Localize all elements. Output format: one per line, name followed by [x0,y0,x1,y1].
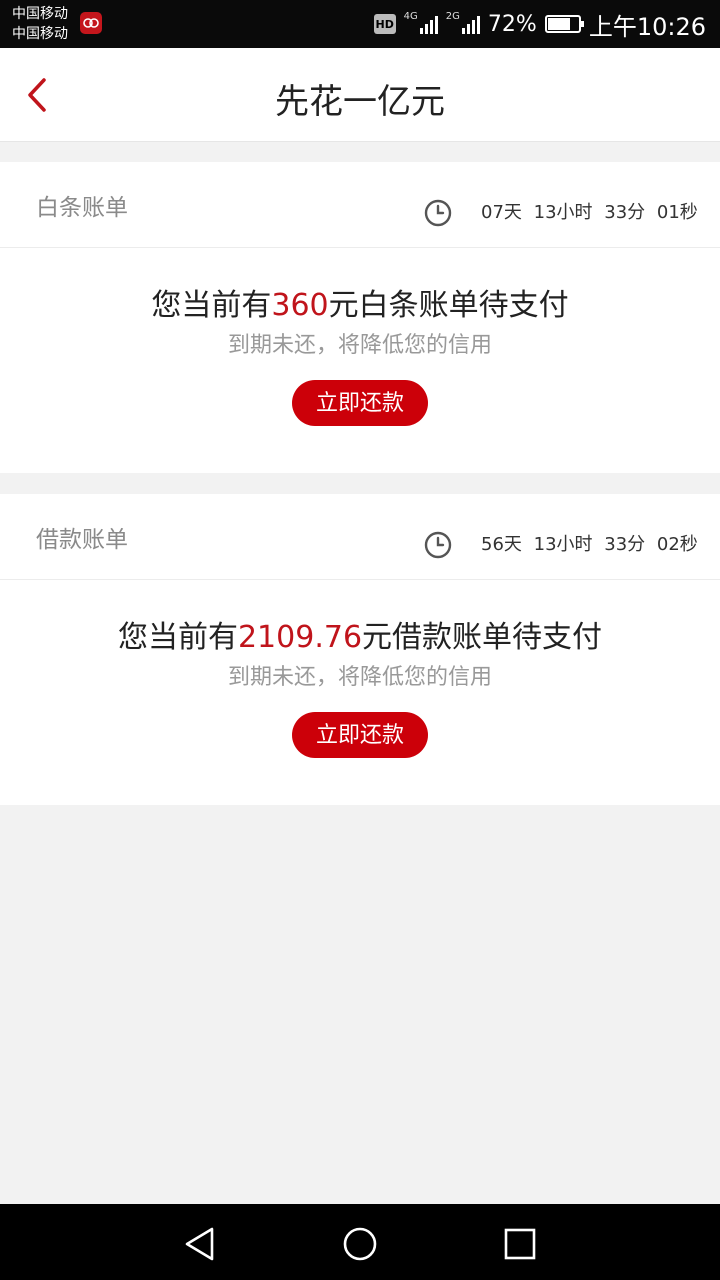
warning-text: 到期未还，将降低您的信用 [227,665,492,690]
bill-card-baitiao: 白条账单 07天 13小时 33分 01秒 您当前有360元白条账单待支付 到期… [0,162,720,473]
clock-icon [424,199,452,227]
bill-card-loan: 借款账单 56天 13小时 33分 02秒 您当前有2109.76元借款账单待支… [0,494,720,805]
app-notification-icon [80,12,102,34]
card-header: 借款账单 56天 13小时 33分 02秒 [0,494,720,580]
signal-1-icon [419,14,438,34]
countdown: 56天 13小时 33分 02秒 [481,534,698,555]
network-type-2: 2G [445,10,460,22]
summary-suffix: 元借款账单待支付 [362,620,603,655]
carrier-1: 中国移动 [12,6,68,22]
square-recent-icon [504,1228,536,1260]
network-type-1: 4G [403,10,418,22]
warning-text: 到期未还，将降低您的信用 [227,333,492,358]
hd-badge: HD [373,14,396,34]
carrier-2: 中国移动 [12,26,68,42]
nav-recent-button[interactable] [500,1224,540,1264]
circle-home-icon [343,1227,377,1261]
card-header: 白条账单 07天 13小时 33分 01秒 [0,162,720,248]
triangle-back-icon [185,1227,214,1261]
battery-percent: 72% [487,11,537,37]
header: 先花一亿元 [0,48,720,142]
signal-2-icon [461,14,480,34]
clock-icon [424,531,452,559]
card-label: 白条账单 [36,195,128,221]
nav-home-button[interactable] [340,1224,380,1264]
card-body: 您当前有2109.76元借款账单待支付 到期未还，将降低您的信用 立即还款 [0,580,720,804]
status-time: 上午10:26 [588,12,706,41]
bill-amount: 2109.76 [237,620,363,655]
card-label: 借款账单 [36,527,128,553]
countdown: 07天 13小时 33分 01秒 [481,202,698,223]
summary-prefix: 您当前有 [151,288,272,323]
repay-button[interactable]: 立即还款 [292,380,428,426]
summary-suffix: 元白条账单待支付 [328,288,569,323]
carrier-block: 中国移动 中国移动 [12,4,68,44]
bill-amount: 360 [271,288,329,323]
status-right: HD 4G 2G 72% 上午10:26 [373,8,706,41]
bill-summary: 您当前有2109.76元借款账单待支付 [0,580,720,656]
nav-back-button[interactable] [180,1224,220,1264]
card-body: 您当前有360元白条账单待支付 到期未还，将降低您的信用 立即还款 [0,248,720,472]
summary-prefix: 您当前有 [117,620,238,655]
nav-bar [0,1204,720,1280]
battery-fill [547,18,570,30]
page-title: 先花一亿元 [275,82,445,122]
repay-button[interactable]: 立即还款 [292,712,428,758]
bill-summary: 您当前有360元白条账单待支付 [0,248,720,324]
status-bar: 中国移动 中国移动 HD 4G 2G 72% 上午10:26 [0,0,720,48]
battery-icon [544,15,584,33]
